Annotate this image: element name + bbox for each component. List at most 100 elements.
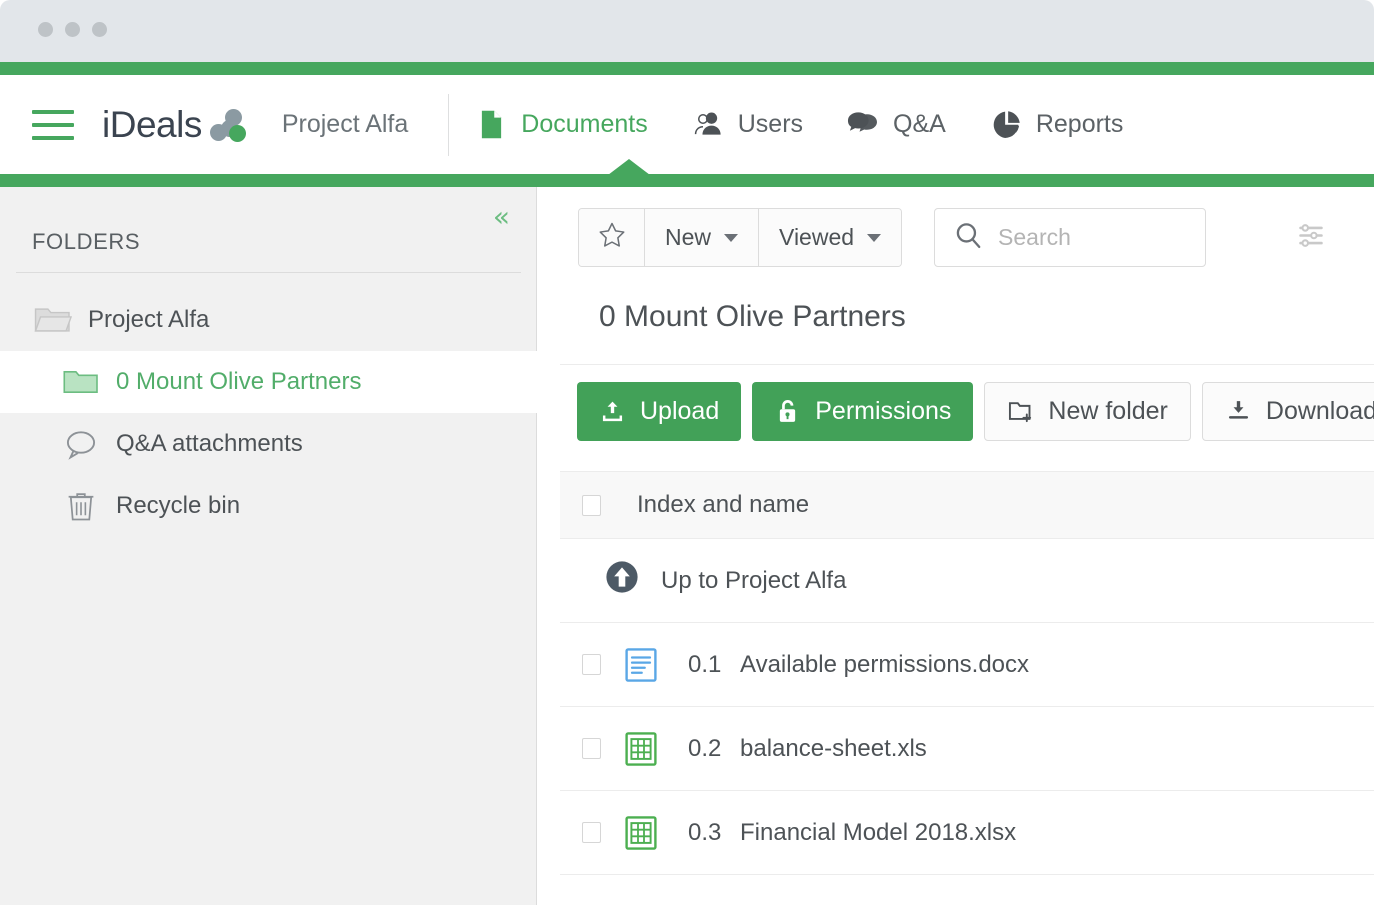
window-titlebar-surface	[8, 0, 1368, 62]
folders-sidebar: « FOLDERS Project Alfa 0 M	[0, 187, 537, 905]
upload-button[interactable]: Upload	[577, 382, 741, 441]
logo-wordmark: iDeals	[102, 104, 202, 146]
download-button[interactable]: Download	[1202, 382, 1374, 441]
upload-button-label: Upload	[640, 397, 719, 426]
row-index: 0.2	[688, 735, 740, 763]
tab-users[interactable]: Users	[692, 108, 803, 141]
word-doc-icon	[623, 647, 688, 683]
star-outline-icon	[597, 220, 627, 256]
search-box[interactable]	[934, 208, 1206, 267]
row-checkbox-cell	[560, 654, 623, 675]
main-nav-tabs: Documents Users	[475, 108, 1167, 141]
tab-qa-label: Q&A	[893, 110, 946, 139]
sidebar-item-label: Q&A attachments	[116, 430, 303, 458]
sidebar-title: FOLDERS	[32, 229, 140, 255]
table-row[interactable]: 0.1 Available permissions.docx	[560, 623, 1374, 707]
excel-sheet-icon	[623, 815, 688, 851]
double-chevron-left-icon[interactable]: «	[493, 203, 510, 231]
hamburger-icon[interactable]	[32, 110, 74, 140]
window-titlebar	[0, 0, 1374, 62]
viewed-filter-label: Viewed	[779, 224, 854, 251]
row-checkbox[interactable]	[582, 738, 601, 759]
filter-button-group: New Viewed	[578, 208, 902, 267]
documents-list: Index and name Up to Project Alfa	[560, 471, 1374, 875]
tab-reports[interactable]: Reports	[990, 108, 1124, 141]
row-index: 0.3	[688, 819, 740, 847]
select-all-checkbox[interactable]	[582, 495, 601, 516]
chevron-down-icon	[867, 234, 881, 242]
top-green-rail	[0, 62, 1374, 75]
up-to-parent-label: Up to Project Alfa	[661, 567, 846, 595]
new-folder-icon	[1007, 398, 1034, 425]
users-icon	[692, 108, 725, 141]
magnifier-icon	[953, 220, 984, 256]
chat-bubbles-icon	[847, 108, 880, 141]
table-row[interactable]: 0.2 balance-sheet.xls	[560, 707, 1374, 791]
sidebar-item-project-alfa[interactable]: Project Alfa	[0, 289, 537, 351]
ideals-dots-logo-icon	[210, 108, 252, 142]
app-header: iDeals Project Alfa Documents	[0, 75, 1374, 174]
unlocked-padlock-icon	[774, 398, 801, 425]
folder-tree: Project Alfa 0 Mount Olive Partners	[0, 289, 537, 537]
speech-bubble-icon	[62, 428, 100, 460]
app-window: iDeals Project Alfa Documents	[0, 0, 1374, 905]
up-arrow-circle-icon	[604, 559, 640, 602]
chevron-down-icon	[724, 234, 738, 242]
folder-open-icon	[34, 304, 72, 336]
sidebar-item-recycle-bin[interactable]: Recycle bin	[0, 475, 537, 537]
tab-documents[interactable]: Documents	[475, 108, 647, 141]
row-filename: Financial Model 2018.xlsx	[740, 819, 1016, 847]
sidebar-item-0-mount-olive-partners[interactable]: 0 Mount Olive Partners	[0, 351, 537, 413]
pie-chart-icon	[990, 108, 1023, 141]
row-filename: Available permissions.docx	[740, 651, 1029, 679]
row-checkbox[interactable]	[582, 822, 601, 843]
page-title: 0 Mount Olive Partners	[599, 300, 906, 334]
title-divider	[560, 364, 1374, 365]
column-header-index-and-name: Index and name	[637, 491, 809, 519]
document-icon	[475, 108, 508, 141]
sidebar-divider	[16, 272, 521, 273]
excel-sheet-icon	[623, 731, 688, 767]
trash-icon	[62, 490, 100, 522]
documents-main-panel: New Viewed	[538, 187, 1374, 905]
deal-name: Project Alfa	[282, 110, 408, 139]
active-tab-indicator-arrow	[608, 159, 650, 175]
folder-green-icon	[62, 366, 100, 398]
sidebar-item-label: Recycle bin	[116, 492, 240, 520]
documents-list-header: Index and name	[560, 471, 1374, 539]
sidebar-item-label: 0 Mount Olive Partners	[116, 368, 361, 396]
row-checkbox[interactable]	[582, 654, 601, 675]
viewed-filter-dropdown[interactable]: Viewed	[759, 209, 901, 266]
sidebar-item-qa-attachments[interactable]: Q&A attachments	[0, 413, 537, 475]
row-checkbox-cell	[560, 822, 623, 843]
tab-users-label: Users	[738, 110, 803, 139]
ideals-logo[interactable]: iDeals	[102, 104, 252, 146]
new-filter-dropdown[interactable]: New	[645, 209, 759, 266]
new-folder-button[interactable]: New folder	[984, 382, 1191, 441]
up-to-parent-row[interactable]: Up to Project Alfa	[560, 539, 1374, 623]
upload-icon	[599, 398, 626, 425]
table-row[interactable]: 0.3 Financial Model 2018.xlsx	[560, 791, 1374, 875]
select-all-checkbox-cell	[560, 495, 623, 516]
new-folder-button-label: New folder	[1048, 397, 1168, 426]
folder-action-buttons: Upload Permissions	[577, 382, 1374, 441]
window-maximize-dot[interactable]	[92, 22, 107, 37]
window-minimize-dot[interactable]	[65, 22, 80, 37]
sidebar-item-label: Project Alfa	[88, 306, 209, 334]
search-input[interactable]	[998, 224, 1294, 251]
sliders-icon[interactable]	[1294, 221, 1328, 255]
tab-reports-label: Reports	[1036, 110, 1124, 139]
permissions-button-label: Permissions	[815, 397, 951, 426]
documents-toolbar: New Viewed	[578, 208, 1206, 267]
row-filename: balance-sheet.xls	[740, 735, 927, 763]
row-index: 0.1	[688, 651, 740, 679]
download-button-label: Download	[1266, 397, 1374, 426]
tab-documents-label: Documents	[521, 110, 647, 139]
window-traffic-lights	[38, 22, 107, 37]
favorites-button[interactable]	[579, 209, 645, 266]
permissions-button[interactable]: Permissions	[752, 382, 973, 441]
tab-qa[interactable]: Q&A	[847, 108, 946, 141]
window-close-dot[interactable]	[38, 22, 53, 37]
header-divider	[448, 94, 449, 156]
new-filter-label: New	[665, 224, 711, 251]
